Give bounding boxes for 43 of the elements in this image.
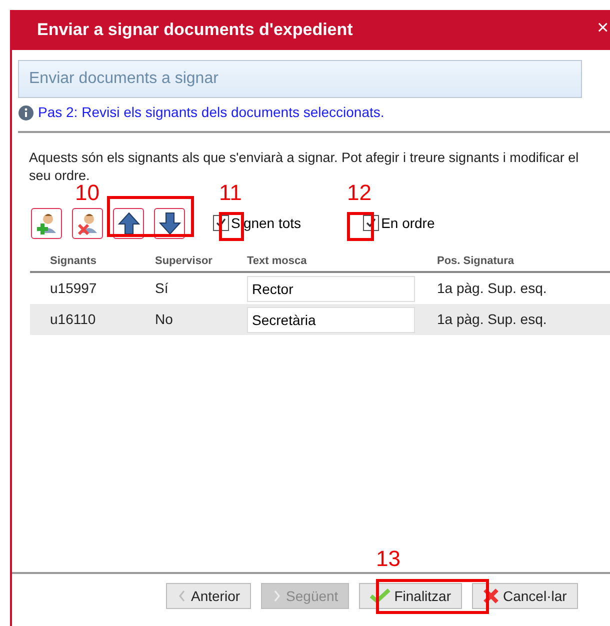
- move-down-button[interactable]: [154, 208, 185, 238]
- text-input-field[interactable]: Rector: [247, 276, 415, 302]
- table-cell: u16110: [50, 311, 96, 327]
- table-cell: 1a pàg. Sup. esq.: [437, 280, 547, 296]
- table-cell: u15997: [50, 280, 97, 296]
- text-input-field[interactable]: Secretària: [247, 306, 415, 332]
- previous-button[interactable]: Anterior: [166, 583, 252, 609]
- dialog-title: Enviar a signar documents d'expedient: [37, 19, 353, 42]
- close-button[interactable]: ×: [597, 18, 609, 38]
- chevron-left-icon: [177, 590, 187, 602]
- column-header: Signants: [49, 254, 98, 269]
- table-row[interactable]: u16110 No Secretària 1a pàg. Sup. esq.: [30, 304, 610, 335]
- down-arrow-icon: [158, 211, 182, 235]
- callout-frame: [347, 212, 374, 241]
- description-text: Aquests són els signants als que s'enviarà a signar. Pot afegir i treure signants i modificar el seu ordre.: [29, 149, 580, 184]
- column-header: Supervisor: [155, 254, 214, 269]
- up-arrow-icon: [116, 211, 140, 235]
- callout-number: 13: [376, 548, 400, 570]
- table-cell: 1a pàg. Sup. esq.: [437, 311, 547, 327]
- section-header: Enviar documents a signar: [18, 60, 582, 98]
- close-icon: [483, 588, 499, 604]
- table-cell: No: [155, 311, 173, 327]
- check-icon: [365, 217, 378, 229]
- remove-signer-button[interactable]: [72, 208, 103, 238]
- table-row[interactable]: u15997 Sí Rector 1a pàg. Sup. esq.: [30, 273, 610, 304]
- move-up-button[interactable]: [113, 208, 144, 238]
- column-header: Text mosca: [247, 254, 308, 269]
- column-header: Pos. Signatura: [437, 254, 516, 269]
- checkbox-option[interactable]: En ordre: [363, 212, 435, 234]
- chevron-right-icon: [272, 590, 282, 602]
- callout-number: 11: [219, 182, 242, 204]
- add-signer-button[interactable]: [31, 208, 62, 238]
- callout-number: 10: [75, 182, 100, 204]
- remove-user-icon: [76, 211, 100, 235]
- cancel-button[interactable]: Cancel·lar: [472, 583, 578, 609]
- info-icon: [18, 104, 34, 120]
- finish-button[interactable]: Finalitzar: [359, 583, 462, 609]
- check-icon: [370, 588, 390, 604]
- info-message: Pas 2: Revisi els signants dels documents seleccionats.: [38, 103, 384, 122]
- table-cell: Sí: [155, 280, 168, 296]
- add-user-icon: [34, 211, 58, 235]
- check-icon: [215, 217, 227, 229]
- callout-number: 12: [347, 182, 372, 204]
